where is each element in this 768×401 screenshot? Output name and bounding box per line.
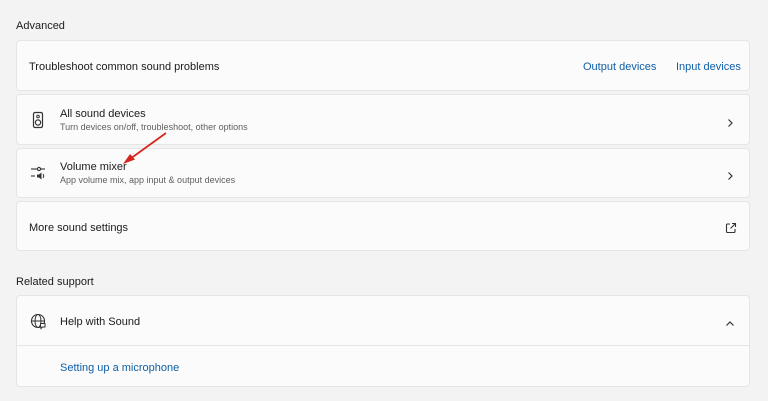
help-with-sound-header[interactable]: Help with Sound: [17, 296, 749, 346]
help-with-sound-card: Help with Sound Setting up a microphone: [16, 295, 750, 387]
setting-up-microphone-link[interactable]: Setting up a microphone: [60, 362, 179, 374]
external-link-icon: [725, 221, 737, 234]
chevron-up-icon: [725, 316, 735, 326]
more-sound-settings-label: More sound settings: [29, 222, 129, 234]
globe-icon: [29, 312, 47, 330]
help-with-sound-title: Help with Sound: [60, 316, 141, 328]
more-sound-settings-row[interactable]: More sound settings: [16, 201, 750, 251]
related-support-title: Related support: [16, 276, 94, 288]
